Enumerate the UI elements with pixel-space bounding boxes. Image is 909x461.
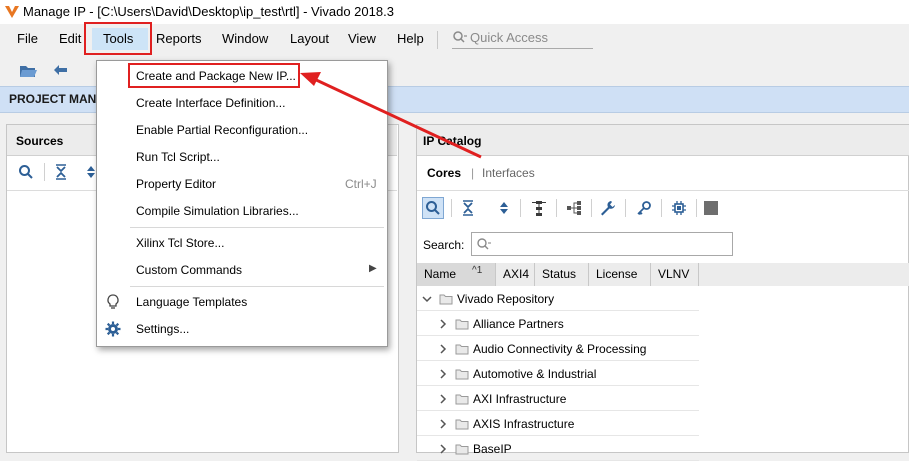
menu-layout[interactable]: Layout xyxy=(290,31,329,46)
toolbar-separator xyxy=(661,199,662,217)
toolbar-separator xyxy=(44,163,45,181)
menu-item-compile-sim-libs[interactable]: Compile Simulation Libraries... xyxy=(136,204,299,218)
column-axi4[interactable]: AXI4 xyxy=(496,263,535,286)
tree-item-label: Audio Connectivity & Processing xyxy=(473,342,647,356)
folder-icon xyxy=(455,394,469,405)
menu-file[interactable]: File xyxy=(17,31,38,46)
column-name[interactable]: Name xyxy=(417,263,496,286)
ip-catalog-header xyxy=(417,125,909,156)
chevron-down-icon[interactable] xyxy=(422,294,432,304)
chevron-right-icon[interactable] xyxy=(438,419,448,429)
toolbar-separator xyxy=(556,199,557,217)
folder-icon xyxy=(455,344,469,355)
project-manager-title: PROJECT MANA xyxy=(9,92,106,106)
toolbar-separator xyxy=(591,199,592,217)
toolbar-separator xyxy=(451,199,452,217)
tabs-divider xyxy=(417,190,909,191)
quick-access-placeholder: Quick Access xyxy=(470,30,549,45)
sort-indicator: ^1 xyxy=(472,265,483,276)
submenu-chevron-icon: ▶ xyxy=(369,263,377,274)
expand-all-icon[interactable] xyxy=(86,164,96,180)
folder-icon xyxy=(455,369,469,380)
tab-separator: | xyxy=(471,166,475,180)
chip-icon[interactable] xyxy=(671,200,687,216)
search-label: Search: xyxy=(423,238,465,252)
chevron-right-icon[interactable] xyxy=(438,394,448,404)
column-license[interactable]: License xyxy=(589,263,651,286)
menu-item-settings[interactable]: Settings... xyxy=(136,322,189,336)
menu-window[interactable]: Window xyxy=(222,31,268,46)
tree-item-label: Alliance Partners xyxy=(473,317,564,331)
tab-cores[interactable]: Cores xyxy=(427,166,461,180)
sources-title: Sources xyxy=(16,134,64,148)
menu-item-create-interface[interactable]: Create Interface Definition... xyxy=(136,96,285,110)
expand-all-icon[interactable] xyxy=(499,200,509,216)
menu-item-language-templates[interactable]: Language Templates xyxy=(136,295,247,309)
tab-interfaces[interactable]: Interfaces xyxy=(482,166,535,180)
stop-icon[interactable] xyxy=(704,201,718,215)
menu-item-property-editor[interactable]: Property Editor xyxy=(136,177,216,191)
menu-reports[interactable]: Reports xyxy=(156,31,202,46)
chevron-right-icon[interactable] xyxy=(438,344,448,354)
search-icon[interactable] xyxy=(18,164,34,180)
menu-separator xyxy=(437,31,438,49)
collapse-all-icon[interactable] xyxy=(54,164,68,180)
menu-help[interactable]: Help xyxy=(397,31,424,46)
tree-item-label: AXIS Infrastructure xyxy=(473,417,575,431)
toolbar-separator xyxy=(696,199,697,217)
menu-item-custom-commands[interactable]: Custom Commands xyxy=(136,263,242,277)
ip-search-input[interactable] xyxy=(471,232,733,256)
window-title: Manage IP - [C:\Users\David\Desktop\ip_t… xyxy=(23,4,394,19)
open-folder-icon[interactable] xyxy=(18,62,38,80)
chevron-right-icon[interactable] xyxy=(438,319,448,329)
search-icon[interactable] xyxy=(425,200,441,216)
menu-view[interactable]: View xyxy=(348,31,376,46)
folder-icon xyxy=(439,294,453,305)
ip-catalog-title: IP Catalog xyxy=(423,134,482,148)
property-editor-shortcut: Ctrl+J xyxy=(345,177,377,191)
vivado-logo-icon xyxy=(5,6,19,18)
menu-item-tcl-store[interactable]: Xilinx Tcl Store... xyxy=(136,236,224,250)
menu-item-run-tcl[interactable]: Run Tcl Script... xyxy=(136,150,220,164)
undo-icon[interactable] xyxy=(52,62,70,78)
folder-icon xyxy=(455,444,469,455)
menu-edit[interactable]: Edit xyxy=(59,31,81,46)
column-status[interactable]: Status xyxy=(535,263,589,286)
chevron-right-icon[interactable] xyxy=(438,369,448,379)
menu-separator xyxy=(130,227,384,228)
folder-icon xyxy=(455,419,469,430)
search-icon xyxy=(453,31,467,43)
folder-icon xyxy=(455,319,469,330)
tools-annotation-box xyxy=(84,22,152,55)
tree-view-icon[interactable] xyxy=(566,200,584,216)
menu-item-partial-reconfig[interactable]: Enable Partial Reconfiguration... xyxy=(136,123,308,137)
column-vlnv[interactable]: VLNV xyxy=(651,263,699,286)
tree-item-label: Automotive & Industrial xyxy=(473,367,597,381)
toolbar-separator xyxy=(625,199,626,217)
collapse-all-icon[interactable] xyxy=(461,200,475,216)
hierarchy-icon[interactable] xyxy=(531,199,547,217)
wrench-icon[interactable] xyxy=(600,200,616,216)
menu-separator xyxy=(130,286,384,287)
lightbulb-icon xyxy=(107,294,119,309)
search-icon xyxy=(477,238,491,250)
gear-icon xyxy=(105,321,121,337)
ip-catalog-toolbar xyxy=(417,196,909,224)
tree-item-label: BaseIP xyxy=(473,442,512,456)
key-icon[interactable] xyxy=(636,200,652,216)
create-package-annotation-box xyxy=(128,63,300,88)
tree-item-label: Vivado Repository xyxy=(457,292,555,306)
tree-item-label: AXI Infrastructure xyxy=(473,392,567,406)
toolbar-separator xyxy=(520,199,521,217)
